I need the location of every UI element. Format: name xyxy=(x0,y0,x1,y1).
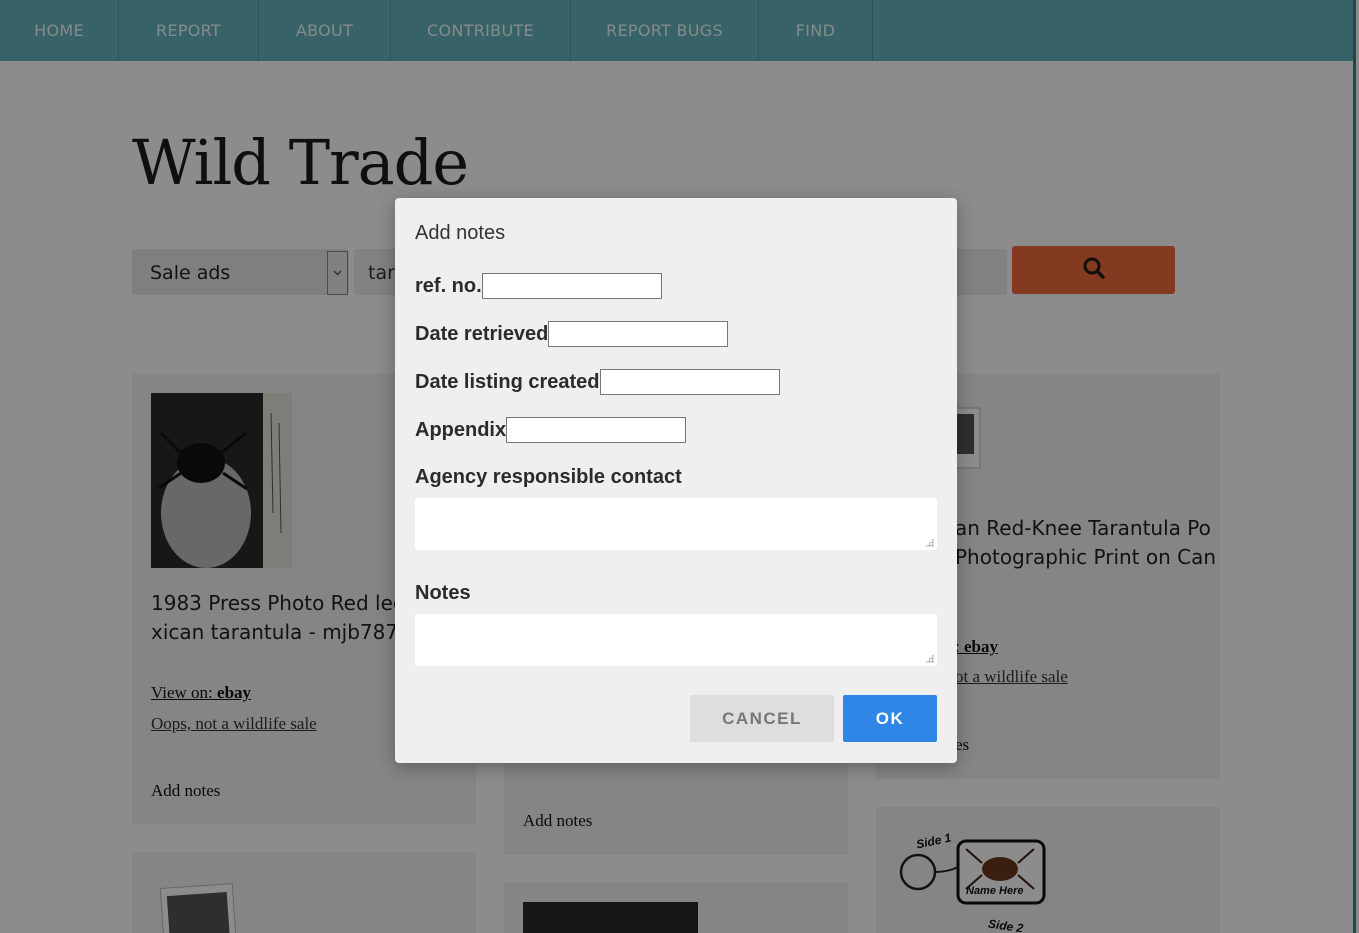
appendix-row: Appendix xyxy=(415,417,687,443)
date-retrieved-input[interactable] xyxy=(548,321,729,347)
agency-contact-label: Agency responsible contact xyxy=(415,466,682,488)
appendix-input[interactable] xyxy=(506,417,687,443)
date-listing-created-input[interactable] xyxy=(599,369,780,395)
resize-grip-icon[interactable] xyxy=(925,654,934,663)
date-listing-created-label: Date listing created xyxy=(415,370,600,393)
ref-no-input[interactable] xyxy=(481,273,662,299)
notes-label: Notes xyxy=(415,582,471,604)
date-listing-created-row: Date listing created xyxy=(415,369,780,395)
notes-textarea[interactable] xyxy=(415,614,937,666)
date-retrieved-row: Date retrieved xyxy=(415,321,729,347)
dialog-title: Add notes xyxy=(415,222,506,244)
date-retrieved-label: Date retrieved xyxy=(415,322,549,345)
ref-no-row: ref. no. xyxy=(415,273,662,299)
agency-contact-textarea[interactable] xyxy=(415,498,937,550)
resize-grip-icon[interactable] xyxy=(925,538,934,547)
ok-button[interactable]: OK xyxy=(843,695,937,742)
cancel-button[interactable]: CANCEL xyxy=(690,695,834,742)
appendix-label: Appendix xyxy=(415,418,507,441)
ref-no-label: ref. no. xyxy=(415,274,482,297)
add-notes-dialog: Add notes ref. no. Date retrieved Date l… xyxy=(395,198,957,763)
